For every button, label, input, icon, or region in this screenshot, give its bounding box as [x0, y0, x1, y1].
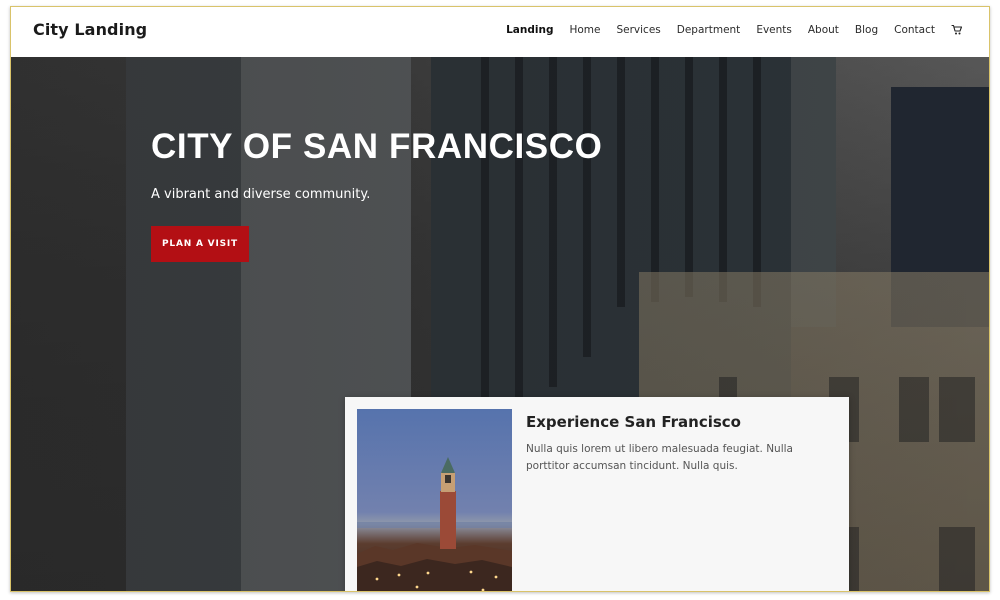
nav-services[interactable]: Services [616, 24, 660, 36]
main-navigation: Landing Home Services Department Events … [506, 24, 963, 36]
nav-department[interactable]: Department [677, 24, 741, 36]
nav-about[interactable]: About [808, 24, 839, 36]
nav-contact[interactable]: Contact [894, 24, 935, 36]
header: City Landing Landing Home Services Depar… [11, 7, 989, 57]
hero-section: CITY OF SAN FRANCISCO A vibrant and dive… [11, 57, 989, 591]
card-title: Experience San Francisco [526, 413, 741, 431]
nav-events[interactable]: Events [756, 24, 792, 36]
card-description: Nulla quis lorem ut libero malesuada feu… [526, 443, 793, 472]
hero-title: CITY OF SAN FRANCISCO [151, 127, 603, 166]
site-logo[interactable]: City Landing [33, 20, 147, 39]
cart-icon[interactable] [951, 24, 963, 36]
nav-landing[interactable]: Landing [506, 24, 553, 36]
plan-a-visit-button[interactable]: PLAN A VISIT [151, 226, 249, 262]
page-frame: City Landing Landing Home Services Depar… [10, 6, 990, 592]
hero-subtitle: A vibrant and diverse community. [151, 187, 371, 202]
experience-card[interactable]: Experience San Francisco Nulla quis lore… [345, 397, 849, 591]
nav-home[interactable]: Home [569, 24, 600, 36]
venice-tower-image [357, 409, 512, 591]
nav-blog[interactable]: Blog [855, 24, 878, 36]
